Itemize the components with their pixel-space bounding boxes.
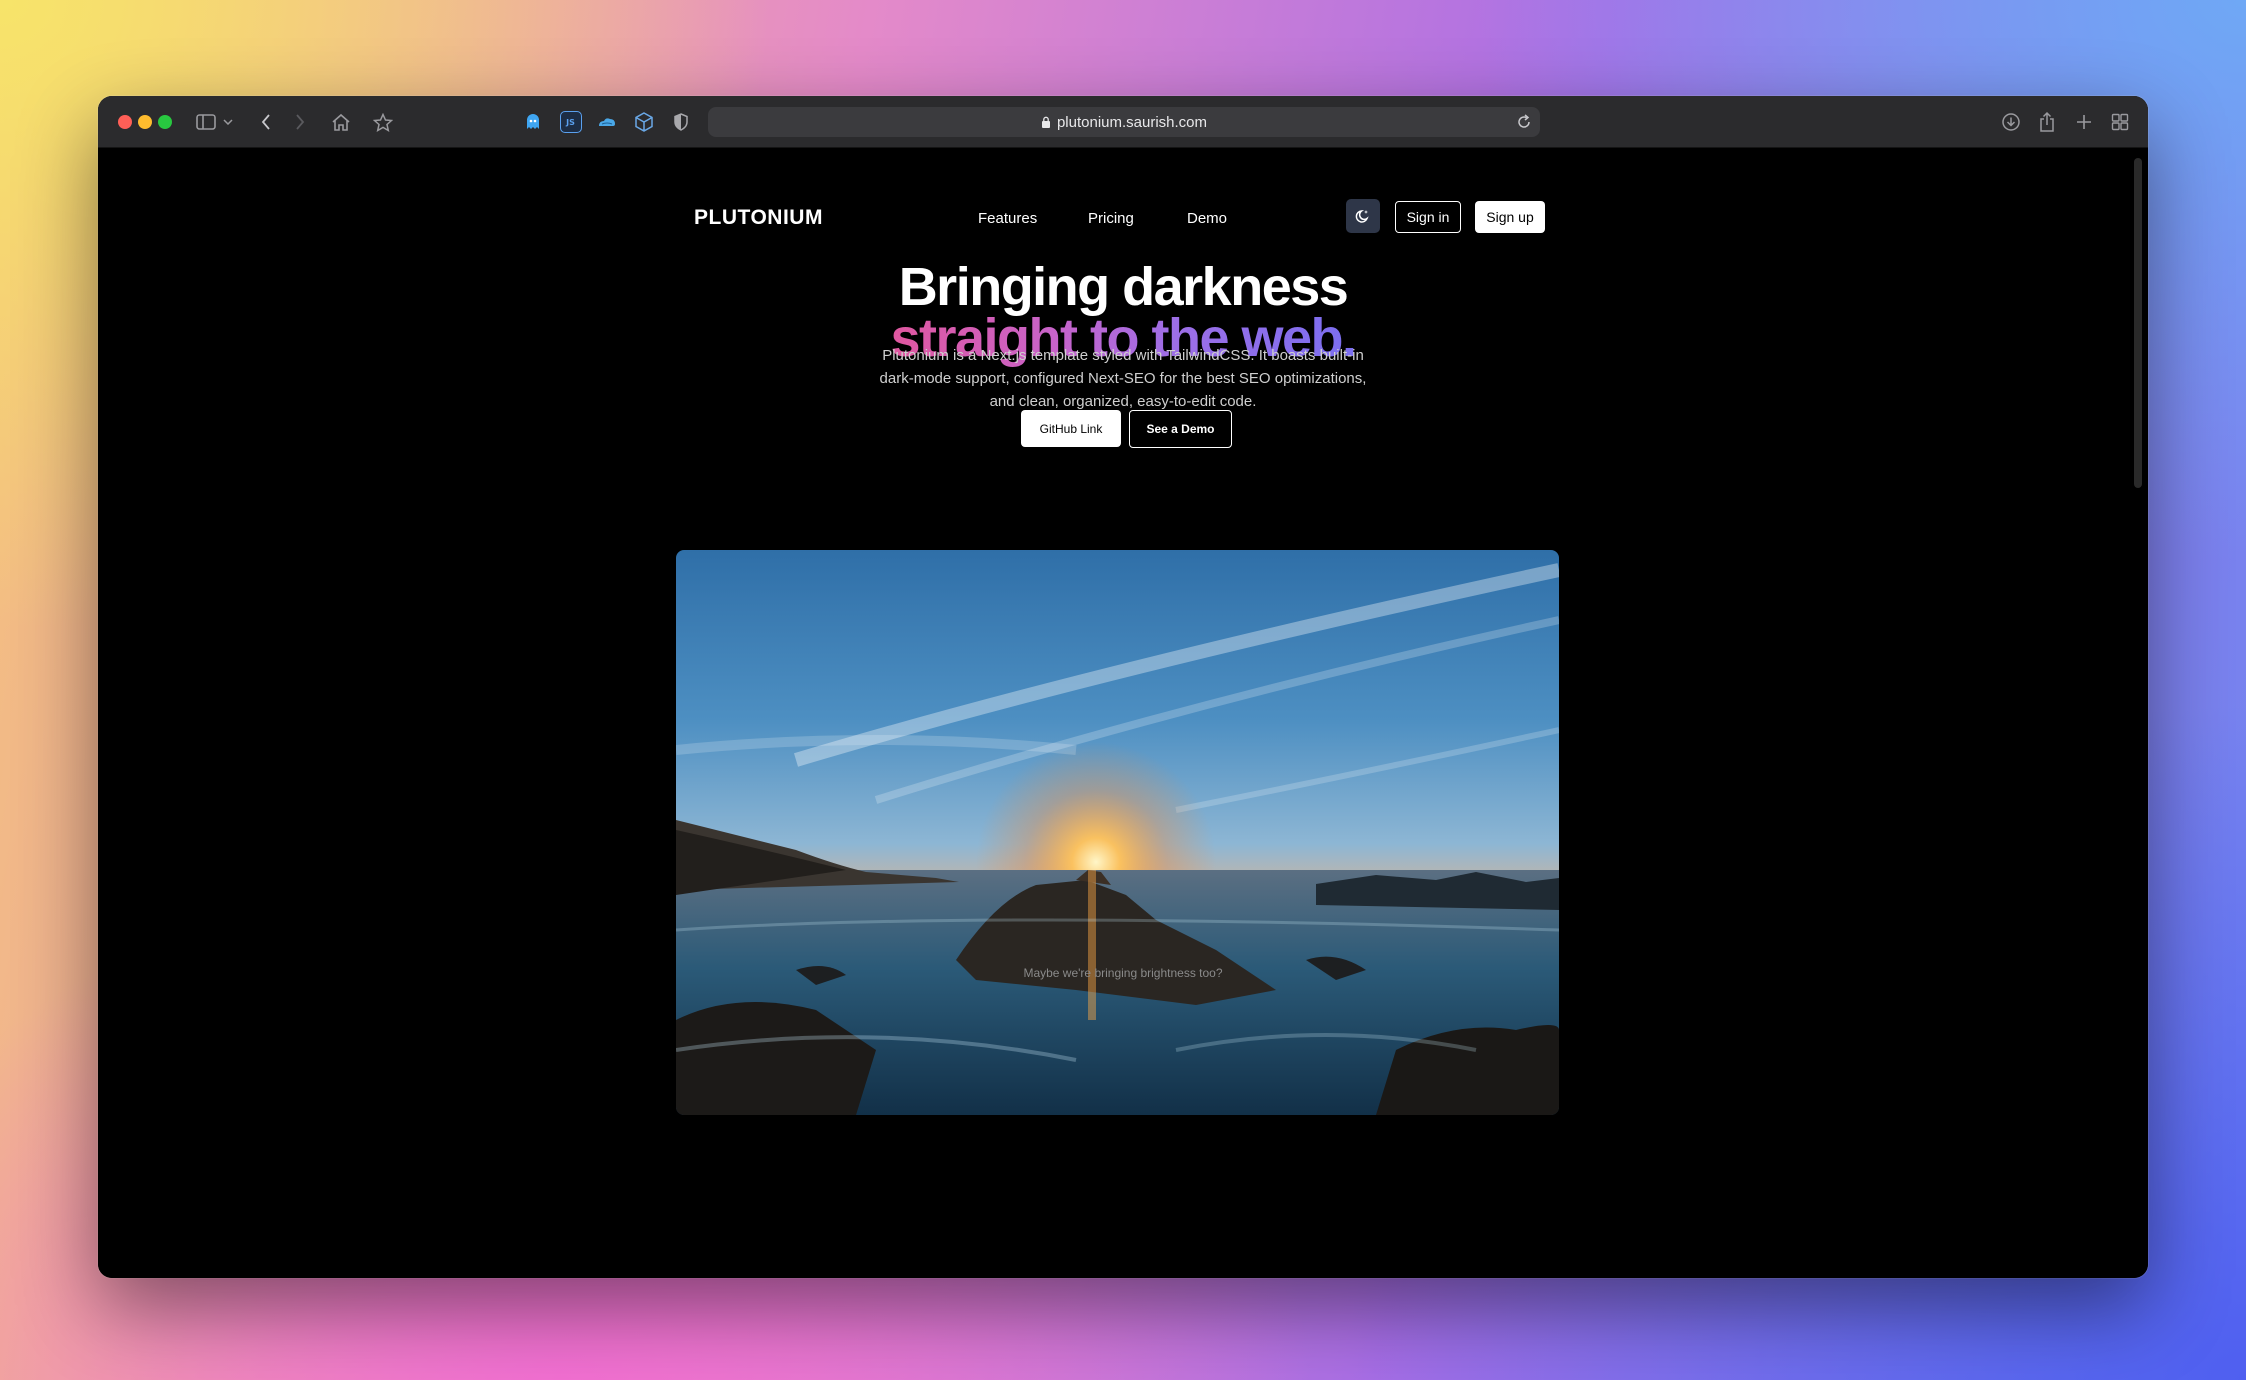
site-logo[interactable]: PLUTONIUM	[694, 206, 823, 230]
tab-overview-icon[interactable]	[2109, 108, 2131, 136]
new-tab-icon[interactable]	[2073, 108, 2095, 136]
nav-link-features[interactable]: Features	[978, 210, 1037, 227]
nav-link-pricing[interactable]: Pricing	[1088, 210, 1134, 227]
url-text: plutonium.saurish.com	[1056, 113, 1208, 131]
back-icon[interactable]	[256, 108, 276, 136]
cube-extension-icon[interactable]	[633, 111, 655, 133]
js-extension-icon[interactable]: JS	[560, 111, 582, 133]
nav-link-demo[interactable]: Demo	[1187, 210, 1227, 227]
sign-in-button[interactable]: Sign in	[1395, 201, 1461, 233]
sign-up-button[interactable]: Sign up	[1475, 201, 1545, 233]
browser-toolbar: JS plutonium.saurish.com	[98, 96, 2148, 148]
github-link-button[interactable]: GitHub Link	[1021, 410, 1121, 447]
hero-sunset-image	[676, 550, 1559, 1115]
hero-caption: Maybe we're bringing brightness too?	[1023, 966, 1223, 980]
reload-icon[interactable]	[1516, 113, 1532, 131]
moon-icon	[1355, 210, 1369, 223]
close-window-button[interactable]	[118, 115, 132, 129]
sunset-ocean-illustration	[676, 563, 1559, 1115]
share-icon[interactable]	[2036, 108, 2058, 136]
theme-toggle-button[interactable]	[1346, 199, 1380, 233]
forward-icon[interactable]	[290, 108, 310, 136]
home-icon[interactable]	[330, 108, 352, 136]
shield-extension-icon[interactable]	[670, 111, 692, 133]
browser-window: JS plutonium.saurish.com PLUTONIUM Featu…	[98, 96, 2148, 1278]
bookmark-star-icon[interactable]	[372, 108, 394, 136]
downloads-icon[interactable]	[2000, 108, 2022, 136]
see-demo-button[interactable]: See a Demo	[1129, 410, 1232, 448]
sidebar-toggle-icon[interactable]	[194, 108, 218, 136]
chevron-down-icon[interactable]	[222, 108, 234, 136]
zoom-window-button[interactable]	[158, 115, 172, 129]
ghost-extension-icon[interactable]	[522, 111, 544, 133]
cloud-extension-icon[interactable]	[596, 111, 618, 133]
address-bar[interactable]: plutonium.saurish.com	[708, 107, 1540, 137]
lock-icon	[1041, 116, 1050, 128]
svg-text:JS: JS	[565, 118, 575, 127]
hero-description: Plutonium is a Next.js template styled w…	[879, 347, 1367, 410]
minimize-window-button[interactable]	[138, 115, 152, 129]
